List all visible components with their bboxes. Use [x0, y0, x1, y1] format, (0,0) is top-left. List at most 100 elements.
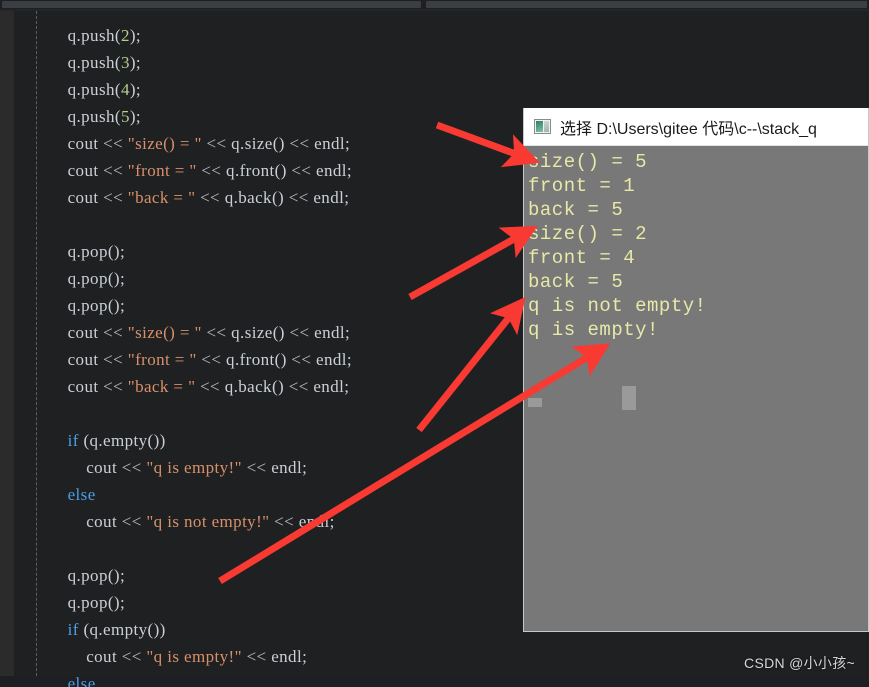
code-token: q.back() — [224, 377, 289, 396]
console-output-line: size() = 5 — [528, 151, 648, 173]
code-token: ); — [129, 53, 142, 72]
code-line: else — [0, 670, 869, 687]
code-token: cout — [49, 134, 104, 153]
code-token: q.size() — [231, 323, 290, 342]
code-token: << — [103, 323, 128, 342]
code-token: q.pop(); — [49, 593, 126, 612]
console-titlebar[interactable]: 选择 D:\Users\gitee 代码\c--\stack_q — [524, 108, 868, 146]
horizontal-scrollbar-right[interactable] — [426, 1, 867, 8]
code-token: "back = " — [127, 377, 196, 396]
code-token: << — [288, 377, 314, 396]
code-token: endl; — [314, 323, 351, 342]
code-token: "front = " — [127, 350, 197, 369]
code-token: << — [196, 161, 227, 180]
console-selection-block — [528, 398, 542, 407]
code-token: "size() = " — [127, 323, 202, 342]
code-token: << — [195, 188, 225, 207]
code-token: 2 — [120, 26, 130, 45]
console-output-line: q is empty! — [528, 319, 659, 341]
code-token: q.push( — [49, 107, 121, 126]
code-token: << — [103, 134, 128, 153]
code-token: << — [103, 188, 128, 207]
console-output-line: back = 5 — [528, 199, 624, 221]
code-token: else — [67, 485, 96, 504]
code-token: cout — [49, 323, 104, 342]
code-token: << — [241, 647, 272, 666]
code-token: cout — [49, 512, 122, 531]
code-token: << — [121, 512, 147, 531]
top-scrollbar-strip — [0, 0, 869, 11]
code-token: else — [67, 674, 96, 687]
code-token: << — [103, 161, 128, 180]
screenshot-root: q.push(2); q.push(3); q.push(4); q.push(… — [0, 0, 869, 687]
code-token: "q is empty!" — [146, 458, 242, 477]
csdn-watermark: CSDN @小小孩~ — [744, 655, 855, 671]
code-token: cout — [49, 458, 122, 477]
console-output[interactable]: size() = 5 front = 1 back = 5 size() = 2 fro… — [524, 146, 868, 631]
code-token: endl; — [298, 512, 335, 531]
code-token: "back = " — [127, 188, 196, 207]
code-line: q.push(4); — [0, 76, 869, 103]
code-token: << — [201, 134, 232, 153]
code-token: endl; — [271, 647, 308, 666]
code-token: ); — [129, 107, 142, 126]
code-token: 5 — [120, 107, 130, 126]
code-token: ); — [129, 26, 142, 45]
code-token: << — [241, 458, 272, 477]
code-token: endl; — [313, 377, 350, 396]
code-token: << — [103, 377, 128, 396]
code-token: "size() = " — [127, 134, 202, 153]
code-token: q.push( — [49, 53, 121, 72]
code-token: q.pop(); — [49, 566, 126, 585]
code-token: << — [269, 512, 299, 531]
code-token: "q is not empty!" — [146, 512, 270, 531]
code-token: endl; — [316, 161, 353, 180]
code-token: endl; — [313, 188, 350, 207]
code-token: cout — [49, 350, 104, 369]
code-token: << — [291, 350, 317, 369]
code-token: q.front() — [226, 161, 292, 180]
code-token: q.back() — [224, 188, 289, 207]
code-token: (q.empty()) — [78, 620, 166, 639]
console-output-line: back = 5 — [528, 271, 624, 293]
console-window-icon — [534, 119, 551, 134]
code-token: << — [291, 161, 317, 180]
horizontal-scrollbar-left[interactable] — [2, 1, 421, 8]
console-output-line: front = 1 — [528, 175, 636, 197]
code-token: if — [67, 431, 79, 450]
code-token: << — [195, 377, 225, 396]
code-token: << — [196, 350, 227, 369]
code-token: endl; — [271, 458, 308, 477]
code-token: cout — [49, 188, 104, 207]
console-output-line: size() = 2 — [528, 223, 648, 245]
code-token: endl; — [316, 350, 353, 369]
code-token: 3 — [120, 53, 130, 72]
console-title-text: 选择 D:\Users\gitee 代码\c--\stack_q — [560, 120, 817, 138]
code-token: (q.empty()) — [78, 431, 166, 450]
code-token: q.size() — [231, 134, 290, 153]
code-token: cout — [49, 161, 104, 180]
code-line: q.push(2); — [0, 22, 869, 49]
code-token: cout — [49, 377, 104, 396]
code-token: q.push( — [49, 26, 121, 45]
console-window[interactable]: 选择 D:\Users\gitee 代码\c--\stack_q size() … — [523, 108, 869, 632]
code-token: q.pop(); — [49, 242, 126, 261]
code-token: << — [289, 323, 315, 342]
code-token: << — [121, 647, 147, 666]
code-token: 4 — [120, 80, 130, 99]
code-token: << — [121, 458, 147, 477]
console-output-line: front = 4 — [528, 247, 636, 269]
code-line: q.push(3); — [0, 49, 869, 76]
code-token: << — [288, 188, 314, 207]
code-token: if — [67, 620, 79, 639]
code-token: q.pop(); — [49, 296, 126, 315]
code-token: ); — [129, 80, 142, 99]
console-output-line: q is not empty! — [528, 295, 707, 317]
code-token: "q is empty!" — [146, 647, 242, 666]
code-token: endl; — [314, 134, 351, 153]
code-line: cout << "q is empty!" << endl; — [0, 643, 869, 670]
code-token: << — [289, 134, 315, 153]
